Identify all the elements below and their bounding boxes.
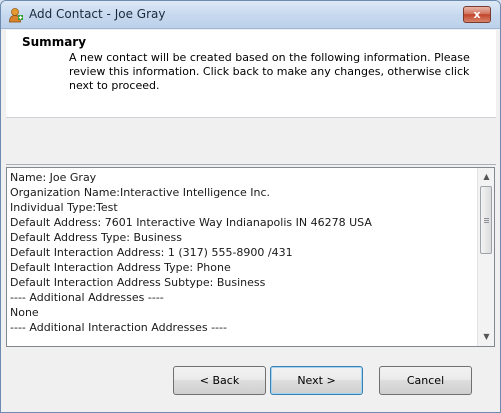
detail-line-name: Name: Joe Gray [10,171,97,184]
detail-line-none: None [10,306,39,319]
vertical-scrollbar[interactable]: ▲ ▼ [477,168,494,346]
window-title: Add Contact - Joe Gray [29,7,166,21]
close-icon: x [473,8,481,21]
contact-details-textbox[interactable]: Name: Joe Gray Organization Name:Interac… [6,167,495,347]
detail-line-organization: Organization Name:Interactive Intelligen… [10,186,270,199]
detail-line-interaction-address: Default Interaction Address: 1 (317) 555… [10,246,293,259]
detail-line-interaction-address-subtype: Default Interaction Address Subtype: Bus… [10,276,266,289]
summary-header-panel: Summary A new contact will be created ba… [6,30,496,118]
detail-line-individual-type: Individual Type:Test [10,201,118,214]
close-button[interactable]: x [463,6,491,23]
detail-line-additional-interaction-header: ---- Additional Interaction Addresses --… [10,321,227,334]
spacer-panel [6,119,496,165]
detail-line-default-address: Default Address: 7601 Interactive Way In… [10,216,372,229]
detail-line-interaction-address-type: Default Interaction Address Type: Phone [10,261,231,274]
title-bar[interactable]: Add Contact - Joe Gray x [1,1,500,29]
scroll-up-arrow-icon[interactable]: ▲ [479,169,494,185]
detail-line-additional-addresses-header: ---- Additional Addresses ---- [10,291,164,304]
scroll-thumb[interactable] [480,186,492,254]
summary-description: A new contact will be created based on t… [69,51,470,92]
detail-line-address-type: Default Address Type: Business [10,231,182,244]
summary-title: Summary [22,35,87,49]
next-button[interactable]: Next > [270,366,363,395]
details-text-area: Name: Joe Gray Organization Name:Interac… [10,170,476,345]
contact-add-icon [9,8,23,23]
back-button[interactable]: < Back [173,366,266,395]
scroll-grip-icon [484,218,489,219]
scroll-down-arrow-icon[interactable]: ▼ [479,329,494,345]
cancel-button[interactable]: Cancel [379,366,472,395]
add-contact-window: Add Contact - Joe Gray x Summary A new c… [0,0,501,413]
